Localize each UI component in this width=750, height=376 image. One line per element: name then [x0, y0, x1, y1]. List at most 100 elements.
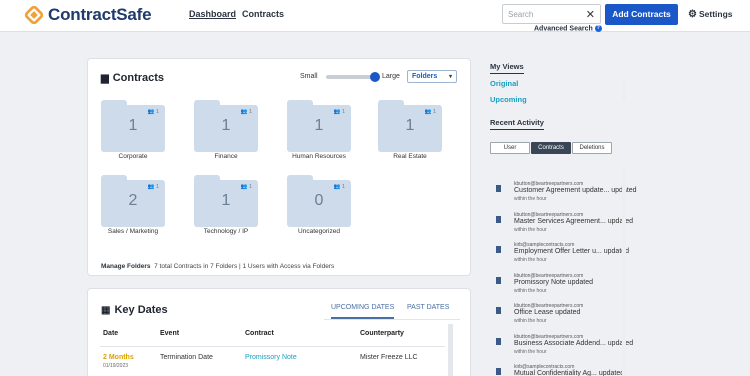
folder-count: 0	[314, 192, 324, 209]
contracts-title: ▆ Contracts	[101, 72, 164, 84]
activity-time: within the hour	[514, 318, 547, 324]
folder-sales-marketing[interactable]: 👥 1 2	[101, 175, 165, 227]
my-views-heading: My Views	[490, 62, 524, 74]
users-icon: 👥 1	[333, 109, 345, 115]
nav-dashboard[interactable]: Dashboard	[189, 9, 236, 19]
document-icon	[496, 185, 501, 192]
view-select[interactable]: Folders ▾	[407, 70, 457, 83]
settings-label: Settings	[698, 9, 733, 19]
filter-user[interactable]: User	[490, 142, 530, 154]
size-slider-handle[interactable]	[370, 72, 380, 82]
document-icon	[496, 307, 501, 314]
manage-folders-link[interactable]: Manage Folders	[101, 263, 150, 270]
users-icon: 👥 1	[147, 184, 159, 190]
filter-deletions[interactable]: Deletions	[572, 142, 612, 154]
activity-message[interactable]: Promissory Note updated	[514, 279, 593, 286]
folder-name[interactable]: Corporate	[88, 153, 178, 160]
folder-name[interactable]: Technology / IP	[181, 228, 271, 235]
document-icon	[496, 337, 501, 345]
advanced-search-label: Advanced Search	[534, 25, 593, 33]
activity-item[interactable]: kirb@samplecontracts.com Employment Offer…	[496, 242, 629, 266]
folder-name[interactable]: Finance	[181, 153, 271, 160]
views-scrollbar[interactable]	[622, 79, 626, 101]
col-counterparty: Counterparty	[360, 330, 404, 337]
activity-time: within the hour	[514, 226, 547, 233]
activity-item[interactable]: kbutton@beartreepartners.com Office Lease…	[496, 303, 626, 327]
document-icon	[496, 276, 501, 284]
advanced-search-link[interactable]: Advanced Search?	[534, 25, 602, 32]
folder-user-count: 1	[155, 184, 159, 190]
key-dates-title-text: Key Dates	[114, 304, 168, 316]
folder-user-count: 1	[341, 109, 345, 115]
view-original[interactable]: Original	[490, 79, 518, 88]
settings-button[interactable]: ⚙ Settings	[688, 9, 733, 20]
col-event: Event	[160, 330, 180, 337]
contractsafe-logo-icon	[25, 6, 43, 24]
folder-name[interactable]: Real Estate	[365, 153, 455, 160]
activity-message[interactable]: Office Lease updated	[514, 309, 580, 316]
folder-count: 1	[405, 117, 415, 134]
filter-contracts[interactable]: Contracts	[531, 142, 571, 154]
folder-uncategorized[interactable]: 👥 1 0	[287, 175, 351, 227]
folder-name[interactable]: Uncategorized	[274, 228, 364, 235]
activity-time: within the hour	[514, 287, 547, 294]
activity-item[interactable]: kbutton@beartreepartners.com Customer Agr…	[496, 181, 637, 205]
row-counterparty: Mister Freeze LLC	[360, 354, 418, 361]
activity-item[interactable]: kbutton@beartreepartners.com Business Ass…	[496, 334, 633, 358]
activity-item[interactable]: kbutton@beartreepartners.com Master Servi…	[496, 212, 633, 236]
contracts-title-text: Contracts	[112, 72, 165, 84]
tab-past-dates[interactable]: PAST DATES	[407, 304, 449, 311]
activity-item[interactable]: kbutton@beartreepartners.com Promissory N…	[496, 273, 626, 297]
folders-summary: 7 total Contracts in 7 Folders | 1 Users…	[154, 263, 335, 270]
tab-upcoming-dates[interactable]: UPCOMING DATES	[331, 304, 395, 319]
activity-message[interactable]: Master Services Agreement... updated	[514, 218, 633, 225]
activity-item[interactable]: kirb@samplecontracts.com Mutual Confident…	[496, 364, 626, 376]
activity-scrollbar[interactable]	[622, 170, 626, 376]
folder-corporate[interactable]: 👥 11	[101, 100, 165, 152]
gear-icon: ⚙	[688, 9, 697, 20]
folder-user-count: 1	[248, 184, 252, 190]
folder-real-estate[interactable]: 👥 11	[378, 100, 442, 152]
help-icon[interactable]: ?	[594, 25, 602, 32]
folder-name[interactable]: Sales / Marketing	[88, 228, 178, 235]
size-slider[interactable]	[326, 72, 380, 82]
search-placeholder: Search	[508, 10, 534, 19]
folder-user-count: 1	[341, 184, 345, 190]
folder-user-count: 1	[432, 109, 436, 115]
search-input[interactable]: Search ✕	[502, 4, 601, 24]
header-divider	[100, 346, 445, 347]
view-upcoming[interactable]: Upcoming	[490, 95, 527, 104]
activity-message[interactable]: Business Associate Addend... updated	[514, 340, 633, 347]
key-dates-scrollbar[interactable]	[448, 324, 453, 376]
size-large-label: Large	[382, 73, 400, 80]
manage-folders-bar: Manage Folders 7 total Contracts in 7 Fo…	[101, 263, 334, 270]
folder-technology-ip[interactable]: 👥 11	[194, 175, 258, 227]
brand-name: ContractSafe	[48, 5, 152, 24]
size-small-label: Small	[300, 73, 318, 80]
activity-time: within the hour	[514, 196, 547, 202]
activity-message[interactable]: Employment Offer Letter u... updated	[514, 248, 629, 255]
add-contracts-button[interactable]: Add Contracts	[605, 4, 678, 25]
activity-message[interactable]: Mutual Confidentiality Ag... updated	[514, 370, 624, 376]
tabs-divider	[324, 319, 460, 320]
folder-count: 2	[128, 192, 138, 209]
key-dates-title: ▦ Key Dates	[101, 304, 168, 316]
activity-message[interactable]: Customer Agreement update... updated	[514, 187, 637, 194]
document-icon	[496, 368, 501, 375]
clear-search-icon[interactable]: ✕	[586, 8, 595, 21]
folder-user-count: 1	[155, 109, 159, 115]
row-contract-link[interactable]: Promissory Note	[245, 354, 297, 361]
folder-finance[interactable]: 👥 11	[194, 100, 258, 152]
row-date-sub: 01/19/2023	[103, 363, 129, 369]
top-bar: ContractSafe Dashboard Contracts Search …	[0, 0, 750, 32]
folder-icon: ▆	[101, 73, 109, 84]
folder-human-resources[interactable]: 👥 11	[287, 100, 351, 152]
nav-contracts[interactable]: Contracts	[242, 9, 284, 19]
folder-name[interactable]: Human Resources	[274, 153, 364, 160]
users-icon: 👥 1	[240, 109, 252, 115]
document-icon	[496, 246, 501, 253]
view-select-value: Folders	[412, 73, 438, 80]
folder-count: 1	[128, 117, 138, 134]
logo[interactable]: ContractSafe	[25, 5, 152, 25]
row-event: Termination Date	[160, 354, 213, 361]
